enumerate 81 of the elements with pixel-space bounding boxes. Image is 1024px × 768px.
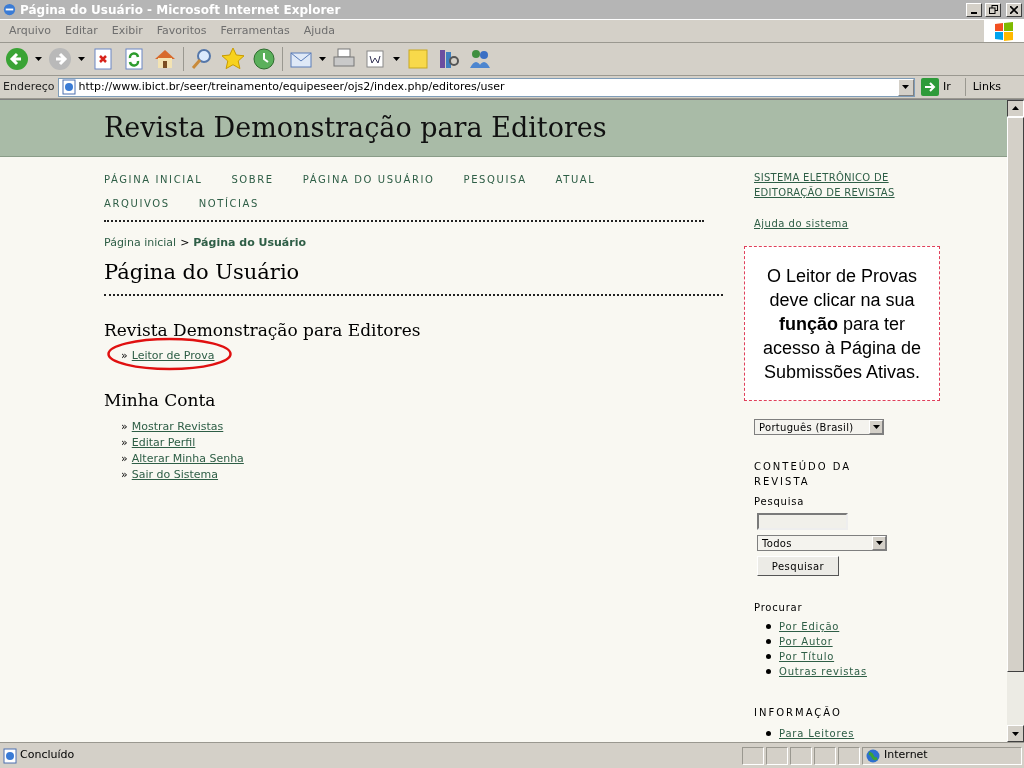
block-title: INFORMAÇÃO: [754, 705, 843, 720]
back-icon[interactable]: [4, 46, 30, 72]
status-panel: [838, 746, 860, 765]
bullet: »: [121, 418, 128, 435]
browse-link[interactable]: Por Título: [779, 649, 835, 664]
browse-label: Procurar: [754, 601, 804, 615]
address-field[interactable]: http://www.ibict.br/seer/treinamento/equipeseer/ojs2/index.php/editores/user: [57, 77, 915, 97]
dropdown-arrow-icon: [393, 57, 400, 61]
bullet: [766, 639, 771, 644]
dropdown-arrow-icon: [35, 57, 42, 61]
nav-link[interactable]: ATUAL: [555, 172, 596, 187]
nav-link[interactable]: SOBRE: [231, 172, 274, 187]
status-panel: [766, 746, 788, 765]
windows-logo-icon: [993, 21, 1015, 41]
address-label: Endereço: [3, 78, 55, 95]
language-select[interactable]: Português (Brasil): [754, 419, 884, 435]
breadcrumb-link[interactable]: Página inicial: [104, 235, 177, 252]
status-panel: [742, 746, 764, 765]
search-label: Pesquisa: [754, 495, 806, 509]
bullet: [766, 731, 771, 736]
dropdown-arrow-icon: [902, 85, 910, 89]
page-icon: [2, 747, 18, 764]
breadcrumb-current[interactable]: Página do Usuário: [193, 235, 306, 252]
nav-link[interactable]: NOTÍCIAS: [198, 196, 259, 211]
bullet: »: [121, 466, 128, 483]
dropdown-arrow-icon: [319, 57, 326, 61]
search-button[interactable]: Pesquisar: [757, 556, 839, 576]
window-title: Página do Usuário - Microsoft Internet Explorer: [20, 1, 342, 19]
section-title: Minha Conta: [104, 389, 217, 412]
status-text: Concluído: [20, 747, 76, 764]
dropdown-arrow-icon: [1012, 106, 1019, 111]
zone-text: Internet: [884, 747, 928, 764]
nav-link[interactable]: PÁGINA DO USUÁRIO: [302, 172, 435, 187]
history-icon[interactable]: [251, 46, 277, 72]
browse-link[interactable]: Por Autor: [779, 634, 833, 649]
browser-icon: [2, 2, 17, 17]
help-link[interactable]: Ajuda do sistema: [754, 216, 954, 231]
bullet: »: [121, 347, 128, 364]
bullet: »: [121, 434, 128, 451]
section-title: Revista Demonstração para Editores: [104, 319, 422, 342]
system-link[interactable]: SISTEMA ELETRÔNICO DE EDITORAÇÃO DE REVISTAS: [754, 170, 914, 200]
nav-link[interactable]: ARQUIVOS: [104, 196, 170, 211]
restore-button[interactable]: [985, 2, 1001, 17]
page-heading: Página do Usuário: [104, 259, 300, 284]
account-link[interactable]: Mostrar Revistas: [131, 418, 224, 435]
minimize-button[interactable]: [966, 2, 982, 17]
bullet: [766, 669, 771, 674]
star-icon[interactable]: [220, 46, 246, 72]
search-field[interactable]: [757, 513, 848, 530]
nav-link[interactable]: PESQUISA: [463, 172, 527, 187]
scrollbar[interactable]: [1007, 100, 1024, 742]
browse-link[interactable]: Outras revistas: [779, 664, 867, 679]
bullet: [766, 654, 771, 659]
dropdown-arrow-icon: [1012, 731, 1019, 736]
callout-text: O Leitor de Provas deve clicar na sua função para ter acesso à Página de Submissões Ativas.: [761, 264, 923, 384]
arrow-right-icon: [923, 81, 936, 93]
globe-icon: [866, 748, 880, 763]
info-link[interactable]: Para Leitores: [779, 726, 855, 741]
dropdown-arrow-icon: [78, 57, 85, 61]
links-button[interactable]: Links: [968, 78, 1021, 96]
forward-icon[interactable]: [47, 46, 73, 72]
breadcrumb-separator: >: [180, 235, 190, 251]
account-link[interactable]: Editar Perfil: [131, 434, 196, 451]
role-link[interactable]: Leitor de Prova: [131, 347, 215, 364]
nav-link[interactable]: PÁGINA INICIAL: [104, 172, 203, 187]
journal-title: Revista Demonstração para Editores: [104, 110, 607, 145]
search-scope-select[interactable]: Todos: [757, 535, 887, 551]
status-panel: [790, 746, 812, 765]
block-title: CONTEÚDO DA REVISTA: [754, 459, 853, 489]
account-link[interactable]: Sair do Sistema: [131, 466, 219, 483]
dropdown-arrow-icon: [872, 425, 880, 429]
bullet: »: [121, 450, 128, 467]
dropdown-arrow-icon: [875, 541, 883, 545]
close-icon: [1010, 5, 1018, 14]
status-panel: [814, 746, 836, 765]
go-button[interactable]: Ir: [917, 78, 966, 96]
page-icon: [60, 79, 77, 95]
close-button[interactable]: [1006, 2, 1022, 17]
account-link[interactable]: Alterar Minha Senha: [131, 450, 244, 467]
browse-link[interactable]: Por Edição: [779, 619, 840, 634]
bullet: [766, 624, 771, 629]
